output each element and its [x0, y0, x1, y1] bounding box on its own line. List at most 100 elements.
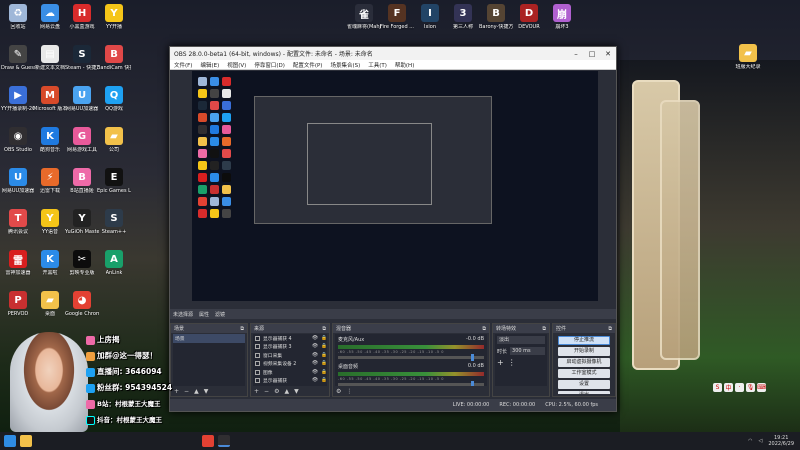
- lock-icon[interactable]: 🔒: [321, 361, 327, 366]
- control-button[interactable]: 设置: [558, 380, 610, 389]
- menu-item[interactable]: 工具(T): [368, 61, 387, 69]
- ime-toolbar[interactable]: S 中 · 🎙 ⌨: [713, 383, 766, 392]
- down-icon[interactable]: ▼: [294, 388, 299, 395]
- ime-button[interactable]: 🎙: [746, 383, 755, 392]
- desktop-icon[interactable]: ♻ 回收站: [2, 4, 34, 30]
- desktop-icon[interactable]: I Ixion: [414, 4, 446, 30]
- desktop-icon[interactable]: S Steam++: [98, 209, 130, 235]
- obs-titlebar[interactable]: OBS 28.0.0-beta1 (64-bit, windows) - 配置文…: [170, 47, 616, 60]
- source-item[interactable]: 显示器采集👁🔒: [253, 385, 327, 386]
- eye-icon[interactable]: 👁: [312, 353, 318, 358]
- desktop-icon[interactable]: 雀雀魂麻将(Mahjong...: [347, 4, 381, 30]
- properties-button[interactable]: 属性: [199, 311, 209, 318]
- desktop-icon[interactable]: D DEVOUR: [513, 4, 545, 30]
- wifi-icon[interactable]: ◠: [748, 438, 752, 444]
- menu-item[interactable]: 文件(F): [174, 61, 192, 69]
- menu-item[interactable]: 停靠窗口(D): [254, 61, 285, 69]
- volume-icon[interactable]: ◁: [759, 438, 763, 444]
- desktop-icon[interactable]: T 腾讯会议: [2, 209, 34, 235]
- up-icon[interactable]: ▲: [284, 388, 289, 395]
- down-icon[interactable]: ▼: [204, 388, 209, 395]
- ime-button[interactable]: ·: [735, 383, 744, 392]
- desktop-icon[interactable]: B B站直播姬: [66, 168, 98, 194]
- desktop-icon[interactable]: ▤ 新建文本文档: [34, 45, 66, 71]
- desktop-icon[interactable]: M Microsoft 版本-快捷方式: [33, 86, 67, 112]
- duration-input[interactable]: 300 ms: [510, 347, 545, 355]
- menu-item[interactable]: 视图(V): [227, 61, 246, 69]
- menu-item[interactable]: 帮助(H): [395, 61, 414, 69]
- control-button[interactable]: 停止推流: [558, 336, 610, 345]
- volume-slider[interactable]: [338, 354, 484, 361]
- remove-icon[interactable]: −: [264, 388, 269, 395]
- eye-icon[interactable]: 👁: [312, 370, 318, 375]
- close-icon[interactable]: ✕: [600, 50, 616, 58]
- transition-select[interactable]: 淡出: [497, 336, 545, 344]
- lock-icon[interactable]: 🔒: [321, 336, 327, 341]
- clock[interactable]: 19:21 2022/6/29: [768, 435, 794, 447]
- desktop-icon[interactable]: U 网易UU加速器: [66, 86, 98, 112]
- eye-icon[interactable]: 👁: [312, 344, 318, 349]
- menu-item[interactable]: 编辑(E): [200, 61, 219, 69]
- chrome-taskbar-icon[interactable]: [202, 435, 214, 447]
- desktop-icon[interactable]: ✎ Draw & Guess: [1, 45, 35, 71]
- desktop-icon[interactable]: ◉ OBS Studio: [2, 127, 34, 153]
- start-icon[interactable]: [4, 435, 16, 447]
- popout-icon[interactable]: ⧉: [542, 326, 546, 332]
- obs-window[interactable]: OBS 28.0.0-beta1 (64-bit, windows) - 配置文…: [169, 46, 617, 412]
- ime-button[interactable]: S: [713, 383, 722, 392]
- control-button[interactable]: 启动虚拟摄像机: [558, 358, 610, 367]
- desktop-icon[interactable]: ▶ YY开播录制-20...: [1, 86, 35, 112]
- desktop-icon[interactable]: E Epic Games Launcher: [97, 168, 131, 194]
- desktop-icon[interactable]: 崩崩坏3: [546, 4, 578, 30]
- control-button[interactable]: 退出: [558, 391, 610, 394]
- explorer-taskbar-icon[interactable]: [20, 435, 32, 447]
- desktop-icon[interactable]: ◕ Google Chrome: [65, 291, 99, 317]
- source-item[interactable]: 显示器捕获 4 👁 🔒: [253, 334, 327, 343]
- menu-item[interactable]: 配置文件(P): [293, 61, 323, 69]
- desktop-icon[interactable]: Q QQ游戏: [98, 86, 130, 112]
- ime-button[interactable]: 中: [724, 383, 733, 392]
- minimize-icon[interactable]: –: [568, 50, 584, 58]
- source-item[interactable]: 视频采集设备 2 👁 🔒: [253, 360, 327, 369]
- desktop-icon[interactable]: ▰ 公司: [98, 127, 130, 153]
- eye-icon[interactable]: 👁: [312, 361, 318, 366]
- folder-icon[interactable]: ▰ 班服大纪录: [732, 44, 764, 70]
- desktop-icon[interactable]: Y YY开播: [98, 4, 130, 30]
- add-icon[interactable]: +: [497, 358, 504, 367]
- desktop-icon[interactable]: A AnLink: [98, 250, 130, 276]
- eye-icon[interactable]: 👁: [312, 378, 318, 383]
- menu-item[interactable]: 场景集合(S): [330, 61, 360, 69]
- desktop-icon[interactable]: B Barony-快捷方式: [479, 4, 513, 30]
- desktop-icon[interactable]: U 网易UU加速器: [2, 168, 34, 194]
- maximize-icon[interactable]: □: [584, 50, 600, 58]
- add-icon[interactable]: +: [254, 388, 259, 395]
- source-item[interactable]: 图像 👁 🔒: [253, 368, 327, 377]
- volume-slider[interactable]: [338, 381, 484, 386]
- control-button[interactable]: 开始录制: [558, 347, 610, 356]
- desktop-icon[interactable]: G 网易游戏工具: [66, 127, 98, 153]
- desktop-icon[interactable]: F Fire Forged ...: [380, 4, 414, 30]
- gear-icon[interactable]: ⚙: [336, 388, 341, 395]
- more-icon[interactable]: ⋮: [346, 388, 352, 395]
- lock-icon[interactable]: 🔒: [321, 344, 327, 349]
- desktop-icon[interactable]: ☁ 网易云盘: [34, 4, 66, 30]
- eye-icon[interactable]: 👁: [312, 336, 318, 341]
- desktop-icon[interactable]: B BandiCam 快捷方式: [97, 45, 131, 71]
- control-button[interactable]: 工作室模式: [558, 369, 610, 378]
- lock-icon[interactable]: 🔒: [321, 353, 327, 358]
- desktop-icon[interactable]: 雷雷神加速器: [2, 250, 34, 276]
- lock-icon[interactable]: 🔒: [321, 370, 327, 375]
- source-item[interactable]: 显示器捕获 3 👁 🔒: [253, 343, 327, 352]
- desktop-icon[interactable]: S Steam - 快捷方式: [65, 45, 99, 71]
- desktop-icon[interactable]: K 酷狗音乐: [34, 127, 66, 153]
- popout-icon[interactable]: ⧉: [482, 326, 486, 332]
- obs-preview[interactable]: [192, 71, 598, 301]
- obs-taskbar-icon[interactable]: [218, 435, 230, 447]
- source-item[interactable]: 显示器捕获 👁 🔒: [253, 377, 327, 386]
- more-icon[interactable]: ⋮: [508, 358, 516, 367]
- desktop-icon[interactable]: Y YY语音: [34, 209, 66, 235]
- desktop-icon[interactable]: ⚡ 迅雷下载: [34, 168, 66, 194]
- desktop-icon[interactable]: H 小黑盒游戏: [66, 4, 98, 30]
- gear-icon[interactable]: ⚙: [274, 388, 279, 395]
- source-item[interactable]: 窗口采集 👁 🔒: [253, 351, 327, 360]
